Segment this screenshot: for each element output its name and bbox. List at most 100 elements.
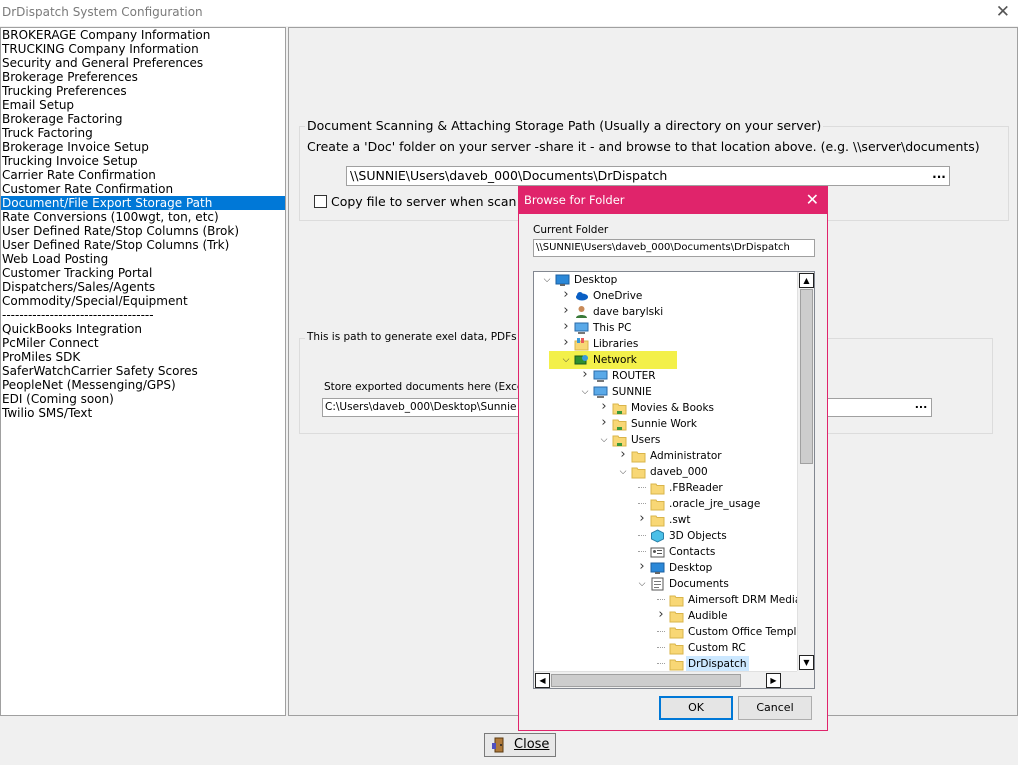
doc-path-browse-button[interactable]: ... — [930, 168, 948, 184]
window-title: DrDispatch System Configuration — [2, 5, 203, 19]
sidebar-item[interactable]: Carrier Rate Confirmation — [1, 168, 285, 182]
documents-icon — [650, 577, 665, 591]
close-button[interactable]: Close — [484, 733, 556, 757]
tree-node-label: Custom Office Templat — [688, 626, 808, 638]
sidebar-item[interactable]: Trucking Preferences — [1, 84, 285, 98]
scroll-right-arrow-icon[interactable]: ▶ — [766, 673, 781, 688]
sidebar-item[interactable]: EDI (Coming soon) — [1, 392, 285, 406]
sidebar-item[interactable]: Document/File Export Storage Path — [1, 196, 285, 210]
folder-icon — [650, 513, 665, 527]
desktop-icon — [650, 561, 665, 575]
tree-connector — [637, 496, 647, 512]
tree-node-label: Movies & Books — [631, 402, 715, 414]
folder-icon — [669, 609, 684, 623]
sidebar-item[interactable]: Commodity/Special/Equipment — [1, 294, 285, 308]
chevron-right-icon[interactable]: › — [561, 304, 571, 318]
tree-node-label: ROUTER — [612, 370, 656, 382]
browse-folder-dialog: Browse for Folder ✕ Current Folder \\SUN… — [518, 186, 828, 731]
user-icon — [574, 305, 589, 319]
window-close-icon[interactable]: ✕ — [996, 2, 1010, 22]
chevron-down-icon[interactable]: ⌵ — [580, 384, 590, 400]
sidebar-item[interactable]: Email Setup — [1, 98, 285, 112]
chevron-right-icon[interactable]: › — [561, 336, 571, 350]
tree-connector — [656, 624, 666, 640]
sidebar-item[interactable]: Brokerage Preferences — [1, 70, 285, 84]
doc-path-value: \\SUNNIE\Users\daveb_000\Documents\DrDis… — [350, 168, 668, 183]
shared-folder-icon — [612, 401, 627, 415]
sidebar-item[interactable]: Dispatchers/Sales/Agents — [1, 280, 285, 294]
sidebar-item[interactable]: SaferWatchCarrier Safety Scores — [1, 364, 285, 378]
chevron-right-icon[interactable]: › — [561, 320, 571, 334]
chevron-right-icon[interactable]: › — [599, 416, 609, 430]
sidebar-item[interactable]: PcMiler Connect — [1, 336, 285, 350]
sidebar-item[interactable]: Customer Tracking Portal — [1, 266, 285, 280]
export-path-browse-button[interactable]: ... — [912, 399, 930, 415]
chevron-right-icon[interactable]: › — [656, 608, 666, 622]
sidebar-item[interactable]: Web Load Posting — [1, 252, 285, 266]
chevron-down-icon[interactable]: ⌵ — [599, 432, 609, 448]
folder-icon — [669, 625, 684, 639]
chevron-right-icon[interactable]: › — [599, 400, 609, 414]
chevron-right-icon[interactable]: › — [618, 448, 628, 462]
folder-tree[interactable]: ⌵ Desktop › OneDrive › dave barylski › This PC ›… — [533, 271, 815, 689]
sidebar-item[interactable]: BROKERAGE Company Information — [1, 28, 285, 42]
tree-node-label: Users — [631, 434, 661, 446]
scroll-corner — [797, 671, 814, 688]
chevron-right-icon[interactable]: › — [561, 288, 571, 302]
tree-connector — [637, 544, 647, 560]
sidebar-item[interactable]: ProMiles SDK — [1, 350, 285, 364]
chevron-down-icon[interactable]: ⌵ — [618, 464, 628, 480]
cancel-button[interactable]: Cancel — [738, 696, 812, 720]
contacts-icon — [650, 545, 665, 559]
copy-file-checkbox-row[interactable]: Copy file to server when scan — [314, 194, 516, 209]
sidebar-item[interactable]: User Defined Rate/Stop Columns (Trk) — [1, 238, 285, 252]
sidebar-item[interactable]: QuickBooks Integration — [1, 322, 285, 336]
chevron-down-icon[interactable]: ⌵ — [561, 352, 571, 368]
computer-icon — [574, 321, 589, 335]
tree-node-label: SUNNIE — [612, 386, 652, 398]
sidebar-item[interactable]: Truck Factoring — [1, 126, 285, 140]
chevron-right-icon[interactable]: › — [580, 368, 590, 382]
ok-button[interactable]: OK — [659, 696, 733, 720]
tree-node-label: Documents — [669, 578, 729, 590]
chevron-right-icon[interactable]: › — [637, 560, 647, 574]
computer-icon — [593, 385, 608, 399]
sidebar-item[interactable]: Brokerage Factoring — [1, 112, 285, 126]
sidebar-separator: ----------------------------------- — [2, 308, 154, 322]
export-store-label: Store exported documents here (Excel,F — [324, 381, 536, 393]
scroll-up-arrow-icon[interactable]: ▲ — [799, 273, 814, 288]
tree-node-label: .swt — [669, 514, 691, 526]
tree-vertical-scrollbar[interactable]: ▲ ▼ — [797, 272, 814, 671]
close-button-label: Close — [514, 737, 550, 752]
chevron-down-icon[interactable]: ⌵ — [542, 272, 552, 288]
dialog-close-icon[interactable]: ✕ — [806, 190, 819, 209]
tree-horizontal-scrollbar[interactable]: ◀ ▶ — [534, 671, 798, 688]
sidebar-item[interactable]: Rate Conversions (100wgt, ton, etc) — [1, 210, 285, 224]
sidebar-item[interactable]: Brokerage Invoice Setup — [1, 140, 285, 154]
sidebar-item[interactable]: Customer Rate Confirmation — [1, 182, 285, 196]
doc-path-input[interactable]: \\SUNNIE\Users\daveb_000\Documents\DrDis… — [346, 166, 950, 186]
copy-file-checkbox[interactable] — [314, 195, 327, 208]
sidebar-item[interactable]: User Defined Rate/Stop Columns (Brok) — [1, 224, 285, 238]
folder-icon — [631, 449, 646, 463]
copy-file-label: Copy file to server when scan — [331, 194, 517, 209]
scroll-down-arrow-icon[interactable]: ▼ — [799, 655, 814, 670]
tree-node-label: 3D Objects — [669, 530, 727, 542]
chevron-down-icon[interactable]: ⌵ — [637, 576, 647, 592]
desktop-icon — [555, 273, 570, 287]
tree-node-label: Libraries — [593, 338, 639, 350]
libraries-icon — [574, 337, 589, 351]
folder-icon — [669, 657, 684, 671]
sidebar-item[interactable]: PeopleNet (Messenging/GPS) — [1, 378, 285, 392]
vertical-scroll-thumb[interactable] — [800, 289, 813, 464]
sidebar-item[interactable]: TRUCKING Company Information — [1, 42, 285, 56]
sidebar-item[interactable]: Security and General Preferences — [1, 56, 285, 70]
settings-category-list[interactable]: BROKERAGE Company Information TRUCKING Co… — [0, 27, 286, 716]
chevron-right-icon[interactable]: › — [637, 512, 647, 526]
tree-node-label: Custom RC — [688, 642, 746, 654]
sidebar-item[interactable]: Trucking Invoice Setup — [1, 154, 285, 168]
scroll-left-arrow-icon[interactable]: ◀ — [535, 673, 550, 688]
folder-icon — [631, 465, 646, 479]
horizontal-scroll-thumb[interactable] — [551, 674, 741, 687]
sidebar-item[interactable]: Twilio SMS/Text — [1, 406, 285, 420]
